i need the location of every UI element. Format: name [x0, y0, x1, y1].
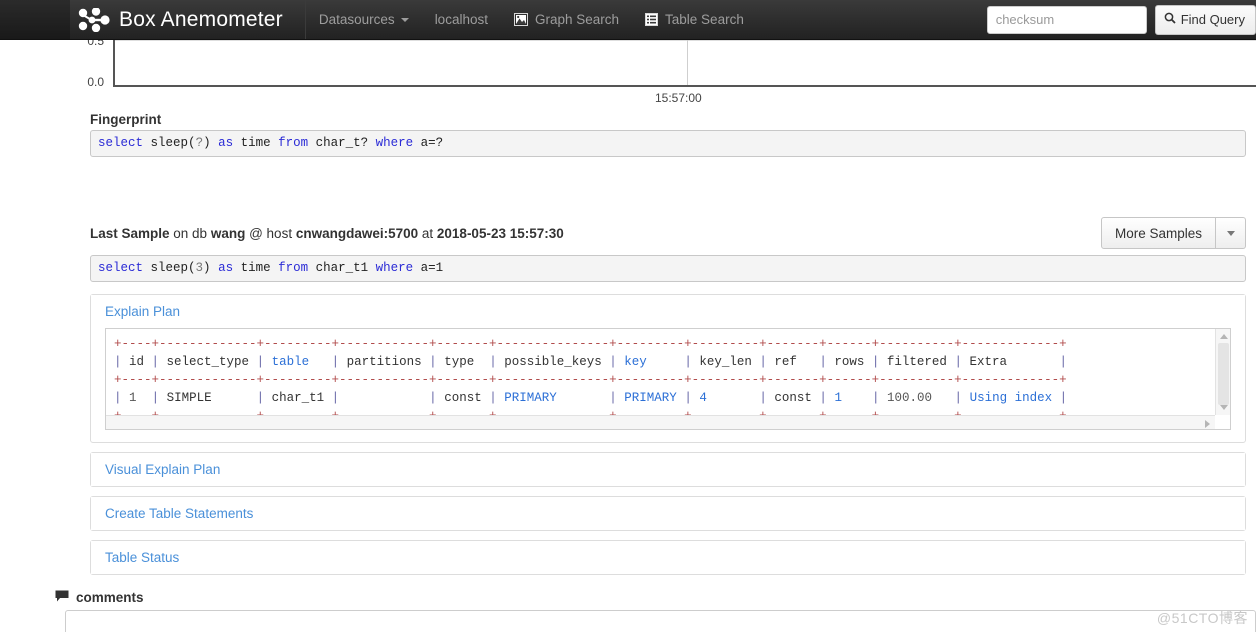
panel-create-table-statements: Create Table Statements [90, 496, 1246, 531]
last-sample-section: Last Sample on db wang @ host cnwangdawe… [0, 217, 1256, 282]
panel-link-visual-explain-plan[interactable]: Visual Explain Plan [105, 462, 220, 477]
search-icon [1164, 12, 1181, 27]
chart-gridline-horizontal [115, 40, 1256, 41]
navbar-search-group: Find Query [986, 0, 1256, 39]
chevron-down-icon [400, 17, 409, 22]
panel-heading-create-table-statements[interactable]: Create Table Statements [91, 497, 1245, 530]
nav-item-localhost[interactable]: localhost [422, 0, 501, 39]
last-sample-on-db-text: on db [169, 225, 211, 241]
table-list-icon [645, 13, 659, 26]
fingerprint-section: Fingerprint select sleep(?) as time from… [0, 112, 1256, 157]
more-samples-dropdown-toggle[interactable] [1216, 217, 1246, 249]
scrollbar-corner [1215, 415, 1230, 429]
nav-item-graph-search[interactable]: Graph Search [501, 0, 632, 39]
chart-ytick-1: 0.0 [87, 75, 104, 89]
comment-bubble-icon [55, 590, 76, 605]
panel-explain-plan: Explain Plan +----+-------------+-------… [90, 294, 1246, 443]
last-sample-at-host-text: @ host [245, 225, 296, 241]
last-sample-description: Last Sample on db wang @ host cnwangdawe… [90, 226, 564, 241]
explain-plan-vertical-scrollbar[interactable] [1215, 329, 1230, 415]
last-sample-sql: select sleep(3) as time from char_t1 whe… [90, 255, 1246, 282]
panel-link-create-table-statements[interactable]: Create Table Statements [105, 506, 253, 521]
nav-item-datasources[interactable]: Datasources [306, 0, 422, 39]
panel-heading-visual-explain-plan[interactable]: Visual Explain Plan [91, 453, 1245, 486]
panel-body-explain-plan: +----+-------------+---------+----------… [91, 328, 1245, 442]
last-sample-db: wang [210, 225, 246, 241]
scroll-up-icon[interactable] [1220, 334, 1228, 339]
explain-plan-horizontal-scrollbar[interactable] [106, 415, 1215, 429]
nav-item-table-search[interactable]: Table Search [632, 0, 757, 39]
more-samples-button[interactable]: More Samples [1100, 217, 1216, 249]
last-sample-header-row: Last Sample on db wang @ host cnwangdawe… [90, 217, 1246, 249]
more-samples-button-group: More Samples [1100, 217, 1246, 249]
main-content: Fingerprint select sleep(?) as time from… [0, 112, 1256, 632]
fingerprint-label: Fingerprint [90, 112, 162, 127]
panel-table-status: Table Status [90, 540, 1246, 575]
explain-plan-output: +----+-------------+---------+----------… [105, 328, 1231, 430]
panel-heading-explain-plan[interactable]: Explain Plan [91, 295, 1245, 328]
panel-link-explain-plan[interactable]: Explain Plan [105, 304, 180, 319]
panel-visual-explain-plan: Visual Explain Plan [90, 452, 1246, 487]
caret-down-icon [1226, 230, 1235, 236]
nav-item-datasources-label: Datasources [318, 12, 395, 27]
panel-link-table-status[interactable]: Table Status [105, 550, 179, 565]
comments-heading: comments [55, 590, 1256, 605]
brand-title: Box Anemometer [119, 7, 283, 31]
chart-xtick-0: 15:57:00 [655, 91, 702, 105]
chart-plot-area [113, 40, 1256, 87]
top-navbar: Box Anemometer Datasources localhost Gra… [0, 0, 1256, 40]
find-query-label: Find Query [1180, 12, 1245, 27]
nav-item-localhost-label: localhost [434, 12, 488, 27]
last-sample-prefix: Last Sample [90, 225, 170, 241]
search-input[interactable] [986, 5, 1147, 34]
comments-section: comments [0, 584, 1256, 632]
image-icon [513, 13, 528, 26]
comments-textarea[interactable] [65, 610, 1256, 632]
details-accordion: Explain Plan +----+-------------+-------… [0, 294, 1256, 575]
find-query-button[interactable]: Find Query [1154, 4, 1256, 35]
watermark: @51CTO博客 [1156, 610, 1248, 626]
chart-ytick-0: 0.5 [87, 40, 104, 48]
navbar-left-spacer [0, 0, 70, 39]
explain-plan-ascii-table: +----+-------------+---------+----------… [114, 337, 1068, 423]
comments-label-text: comments [76, 590, 144, 605]
nav-item-table-search-label: Table Search [665, 12, 744, 27]
scroll-down-icon[interactable] [1220, 405, 1228, 410]
nav-item-graph-search-label: Graph Search [534, 12, 620, 27]
chart-gridline-vertical [687, 40, 688, 85]
vertical-scroll-thumb[interactable] [1218, 343, 1229, 405]
query-count-chart: 0.5 0.0 15:57:00 [0, 40, 1256, 112]
navbar-menu: Datasources localhost Graph Search Table… [306, 0, 757, 39]
last-sample-at-text: at [418, 225, 437, 241]
fingerprint-sql: select sleep(?) as time from char_t? whe… [90, 130, 1246, 157]
network-graph-icon [78, 6, 110, 32]
panel-heading-table-status[interactable]: Table Status [91, 541, 1245, 574]
scroll-right-icon[interactable] [1205, 420, 1210, 428]
last-sample-host: cnwangdawei:5700 [295, 225, 419, 241]
last-sample-timestamp: 2018-05-23 15:57:30 [436, 225, 564, 241]
brand-logo-link[interactable]: Box Anemometer [70, 0, 306, 39]
